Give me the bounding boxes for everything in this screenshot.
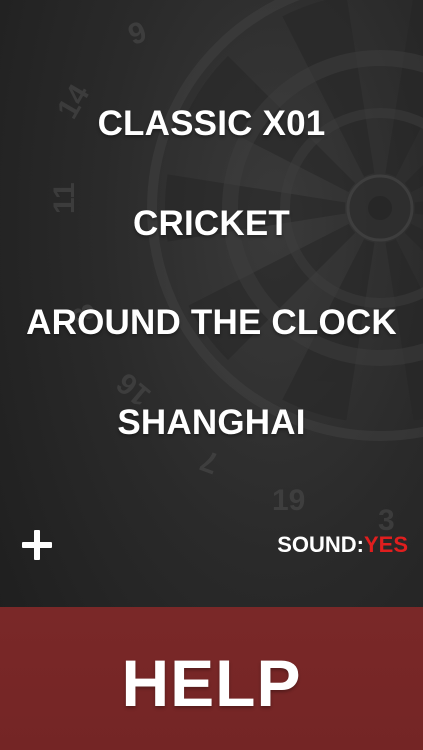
add-button[interactable] <box>20 528 54 562</box>
board-number: 9 <box>124 15 151 52</box>
menu-classic-x01-button[interactable]: CLASSIC X01 <box>0 104 423 144</box>
help-button[interactable]: HELP <box>0 607 423 750</box>
menu-around-the-clock-button[interactable]: AROUND THE CLOCK <box>0 303 423 343</box>
sound-label: SOUND: <box>277 532 364 557</box>
sound-toggle[interactable]: SOUND:YES <box>277 532 408 558</box>
board-number: 7 <box>196 443 223 480</box>
main-menu-screen: 9 14 11 8 16 7 19 3 CLASSIC X01 CRICKET … <box>0 0 423 750</box>
sound-value: YES <box>363 532 408 557</box>
menu-shanghai-button[interactable]: SHANGHAI <box>0 403 423 443</box>
dartboard-wedge <box>385 0 423 177</box>
help-label: HELP <box>121 646 302 720</box>
dartboard-wedge <box>282 0 375 177</box>
board-number: 19 <box>272 484 305 517</box>
menu-cricket-button[interactable]: CRICKET <box>0 204 423 244</box>
